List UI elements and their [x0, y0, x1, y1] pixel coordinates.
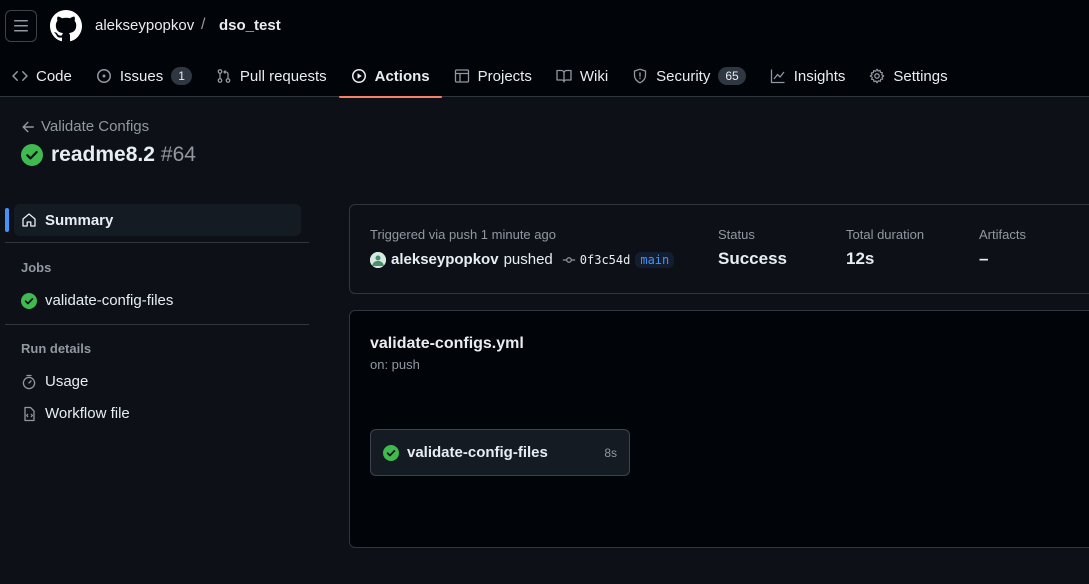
sidebar-item-summary[interactable]: Summary [14, 204, 301, 236]
run-details-heading: Run details [21, 341, 92, 356]
code-icon [12, 71, 28, 81]
artifacts-label: Artifacts [979, 227, 1026, 242]
file-code-icon [24, 406, 35, 421]
tab-settings-label: Settings [893, 67, 948, 85]
repo-tabs: Code Issues 1 Pull requests Actions Proj… [0, 56, 960, 98]
hamburger-icon [14, 20, 28, 32]
github-logo-icon[interactable] [50, 10, 82, 42]
actor-name[interactable]: alekseypopkov [391, 251, 499, 268]
sidebar-divider [5, 324, 309, 325]
branch-badge[interactable]: main [635, 251, 675, 268]
tab-code[interactable]: Code [0, 58, 84, 94]
workflow-graph-card: validate-configs.yml on: push validate-c… [349, 310, 1089, 548]
tab-actions-label: Actions [374, 67, 430, 85]
trigger-text: Triggered via push 1 minute ago [370, 227, 556, 242]
status-value: Success [718, 249, 787, 268]
active-item-indicator [5, 208, 9, 232]
tab-issues[interactable]: Issues 1 [84, 58, 204, 94]
graph-icon [770, 69, 785, 84]
job-node[interactable]: validate-config-files 8s [370, 429, 630, 476]
avatar-icon [370, 251, 386, 268]
stopwatch-icon [22, 374, 36, 389]
trigger-line: alekseypopkov pushed 0f3c54d main [370, 251, 675, 268]
tab-actions[interactable]: Actions [338, 58, 442, 98]
sidebar-summary-label: Summary [45, 211, 114, 229]
run-summary-card: Triggered via push 1 minute ago alekseyp… [349, 204, 1089, 294]
book-icon [556, 69, 572, 83]
tab-issues-label: Issues [119, 67, 164, 85]
success-check-icon [21, 292, 37, 309]
home-icon [22, 213, 36, 227]
repo-header: alekseypopkov / dso_test Code Issues 1 P… [0, 0, 1089, 98]
success-check-icon [383, 444, 399, 461]
success-check-icon [21, 144, 43, 166]
sidebar-usage-label: Usage [45, 373, 89, 390]
issue-icon [96, 69, 111, 83]
tab-insights-label: Insights [793, 67, 846, 85]
issues-count-badge: 1 [171, 67, 192, 85]
tab-security-label: Security [656, 67, 711, 85]
tab-wiki[interactable]: Wiki [544, 58, 620, 94]
tab-code-label: Code [36, 67, 72, 85]
commit-link[interactable]: 0f3c54d [562, 252, 631, 267]
menu-button[interactable] [5, 10, 37, 42]
play-icon [351, 69, 366, 83]
tab-insights[interactable]: Insights [758, 58, 858, 94]
duration-label: Total duration [846, 227, 925, 242]
workflow-file-name: validate-configs.yml [370, 335, 524, 352]
sidebar-job-label: validate-config-files [45, 292, 174, 309]
run-title: readme8.2 #64 [21, 143, 196, 167]
job-node-name: validate-config-files [407, 444, 548, 461]
artifacts-value: – [979, 249, 989, 268]
back-link-label: Validate Configs [41, 118, 150, 135]
tab-pull-requests-label: Pull requests [239, 67, 327, 85]
workflow-trigger: on: push [370, 357, 420, 372]
security-count-badge: 65 [718, 67, 746, 85]
tab-projects-label: Projects [477, 67, 532, 85]
sidebar-item-job[interactable]: validate-config-files [21, 292, 173, 309]
job-node-duration: 8s [604, 445, 617, 460]
shield-icon [634, 68, 647, 84]
sidebar-item-workflow-file[interactable]: Workflow file [21, 405, 130, 422]
tab-wiki-label: Wiki [579, 67, 609, 85]
duration-value: 12s [846, 249, 875, 268]
status-label: Status [718, 227, 755, 242]
action-text: pushed [503, 251, 553, 268]
pull-request-icon [217, 69, 231, 83]
tab-settings[interactable]: Settings [857, 58, 959, 94]
tab-projects[interactable]: Projects [442, 58, 544, 94]
tab-security[interactable]: Security 65 [620, 58, 758, 94]
breadcrumb-repo[interactable]: dso_test [219, 17, 281, 34]
arrow-left-icon [22, 121, 34, 132]
sidebar-item-usage[interactable]: Usage [21, 373, 88, 390]
commit-sha: 0f3c54d [579, 252, 631, 267]
avatar[interactable] [370, 251, 386, 268]
breadcrumb-separator: / [201, 16, 206, 33]
jobs-heading: Jobs [21, 260, 52, 275]
run-name: readme8.2 [51, 143, 155, 166]
gear-icon [870, 68, 885, 84]
breadcrumb-owner[interactable]: alekseypopkov [95, 17, 194, 34]
sidebar-divider [5, 242, 309, 243]
sidebar-workflow-file-label: Workflow file [45, 405, 130, 422]
tab-pull-requests[interactable]: Pull requests [204, 58, 339, 94]
back-to-workflow-link[interactable]: Validate Configs [21, 118, 149, 135]
table-icon [454, 69, 469, 83]
run-number: #64 [160, 143, 196, 166]
commit-icon [562, 256, 575, 263]
